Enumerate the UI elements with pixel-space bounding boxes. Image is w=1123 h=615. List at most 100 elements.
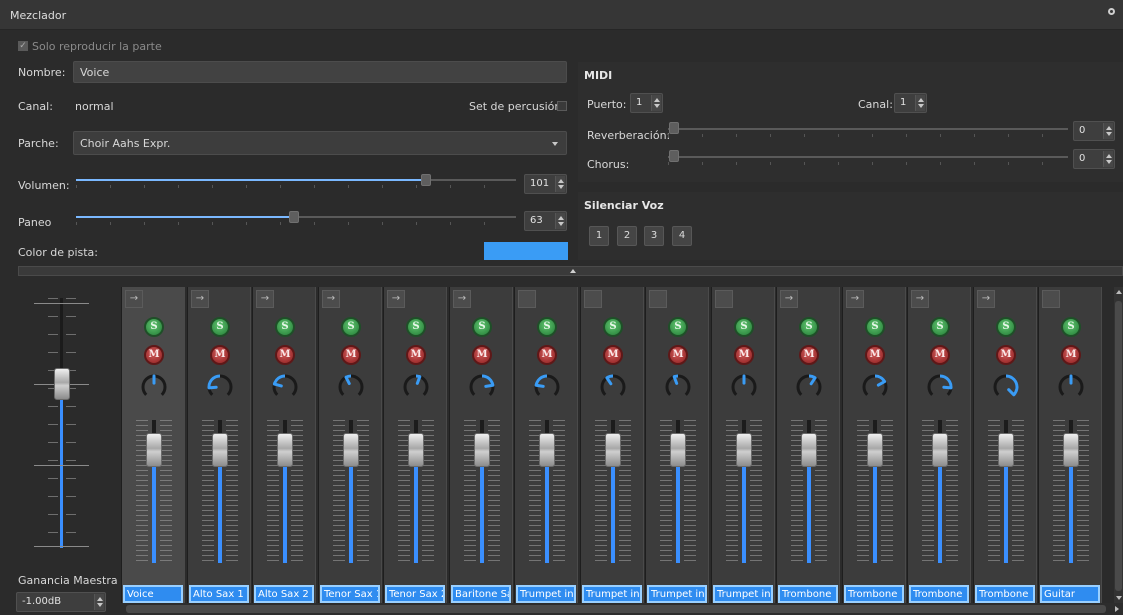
master-gain-spinbox[interactable]: -1.00dB [16,592,106,612]
expand-arrow-icon[interactable]: → [125,290,143,308]
voice-4-button[interactable]: 4 [672,226,692,246]
solo-button[interactable]: S [144,317,164,337]
expand-arrow-icon[interactable] [518,290,536,308]
strip-name-label[interactable]: Tenor Sax 1 [320,585,380,603]
pan-knob[interactable] [401,371,431,401]
pin-icon[interactable] [1108,8,1115,15]
expand-arrow-icon[interactable]: → [911,290,929,308]
mixer-strip[interactable]: → S M Trombone [907,287,971,603]
solo-part-checkbox[interactable]: ✓ [18,41,28,51]
strip-name-label[interactable]: Trumpet in [647,585,707,603]
pan-knob[interactable] [336,371,366,401]
mute-button[interactable]: M [1061,345,1081,365]
paneo-spinbox[interactable]: 63 [524,211,567,231]
voice-1-button[interactable]: 1 [589,226,609,246]
solo-button[interactable]: S [996,317,1016,337]
mute-button[interactable]: M [603,345,623,365]
track-color-swatch[interactable] [484,242,568,260]
pan-knob[interactable] [794,371,824,401]
chorus-slider[interactable] [668,148,1068,168]
mute-button[interactable]: M [472,345,492,365]
mixer-strip[interactable]: S M Guitar [1038,287,1102,603]
scroll-down-icon[interactable] [1116,596,1122,600]
strip-name-label[interactable]: Trumpet in [713,585,773,603]
mute-button[interactable]: M [734,345,754,365]
pan-knob[interactable] [139,371,169,401]
strip-name-label[interactable]: Trombone [975,585,1035,603]
solo-button[interactable]: S [930,317,950,337]
strip-name-label[interactable]: Tenor Sax 2 [385,585,445,603]
expand-arrow-icon[interactable]: → [256,290,274,308]
mixer-strip[interactable]: S M Trumpet in [711,287,775,603]
pan-knob[interactable] [1056,371,1086,401]
strip-name-label[interactable]: Trombone [909,585,969,603]
mute-button[interactable]: M [930,345,950,365]
fader-handle[interactable] [867,433,883,467]
paneo-slider[interactable] [76,209,516,229]
mute-button[interactable]: M [996,345,1016,365]
mute-button[interactable]: M [668,345,688,365]
voice-3-button[interactable]: 3 [644,226,664,246]
reverb-slider[interactable] [668,120,1068,140]
percussion-checkbox[interactable] [557,101,567,111]
mute-button[interactable]: M [537,345,557,365]
solo-button[interactable]: S [472,317,492,337]
strip-name-label[interactable]: Alto Sax 2 [254,585,314,603]
midi-canal-spinbox[interactable]: 1 [894,93,927,113]
fader-handle[interactable] [670,433,686,467]
solo-button[interactable]: S [668,317,688,337]
mixer-strip[interactable]: → S M Baritone Sa [449,287,513,603]
expand-arrow-icon[interactable] [1042,290,1060,308]
expand-arrow-icon[interactable]: → [977,290,995,308]
reverb-spinbox[interactable]: 0 [1073,121,1115,141]
mixer-strip[interactable]: → S M Trombone [842,287,906,603]
pan-knob[interactable] [925,371,955,401]
fader-handle[interactable] [212,433,228,467]
chorus-spinbox[interactable]: 0 [1073,149,1115,169]
puerto-spinbox[interactable]: 1 [630,93,663,113]
scroll-right-icon[interactable] [1115,606,1119,612]
fader-handle[interactable] [932,433,948,467]
mixer-strip[interactable]: S M Trumpet in [514,287,578,603]
expand-arrow-icon[interactable]: → [191,290,209,308]
pan-knob[interactable] [860,371,890,401]
mixer-strip[interactable]: S M Trumpet in [580,287,644,603]
fader-handle[interactable] [801,433,817,467]
solo-button[interactable]: S [1061,317,1081,337]
expand-arrow-icon[interactable] [649,290,667,308]
pan-knob[interactable] [467,371,497,401]
mute-button[interactable]: M [275,345,295,365]
horizontal-scrollbar[interactable] [120,603,1123,615]
strip-name-label[interactable]: Trombone [844,585,904,603]
solo-button[interactable]: S [406,317,426,337]
solo-button[interactable]: S [734,317,754,337]
solo-button[interactable]: S [603,317,623,337]
mixer-strip[interactable]: → S M Trombone [973,287,1037,603]
voice-2-button[interactable]: 2 [617,226,637,246]
strip-name-label[interactable]: Trumpet in [582,585,642,603]
mute-button[interactable]: M [144,345,164,365]
solo-button[interactable]: S [275,317,295,337]
pan-knob[interactable] [991,371,1021,401]
strip-name-label[interactable]: Guitar [1040,585,1100,603]
fader-handle[interactable] [998,433,1014,467]
fader-handle[interactable] [474,433,490,467]
mixer-strip[interactable]: → S M Alto Sax 2 [252,287,316,603]
pan-knob[interactable] [270,371,300,401]
master-gain-fader[interactable] [34,298,94,548]
splitter-bar[interactable] [18,266,1123,276]
mute-button[interactable]: M [799,345,819,365]
mixer-strip[interactable]: → S M Trombone [776,287,840,603]
expand-arrow-icon[interactable]: → [846,290,864,308]
fader-handle[interactable] [343,433,359,467]
mute-button[interactable]: M [210,345,230,365]
vertical-scrollbar[interactable] [1114,287,1123,603]
fader-handle[interactable] [539,433,555,467]
expand-arrow-icon[interactable] [584,290,602,308]
pan-knob[interactable] [598,371,628,401]
mixer-strip[interactable]: → S M Alto Sax 1 [187,287,251,603]
mute-button[interactable]: M [865,345,885,365]
mixer-strip[interactable]: → S M Voice [121,287,185,603]
strip-name-label[interactable]: Alto Sax 1 [189,585,249,603]
pan-knob[interactable] [729,371,759,401]
